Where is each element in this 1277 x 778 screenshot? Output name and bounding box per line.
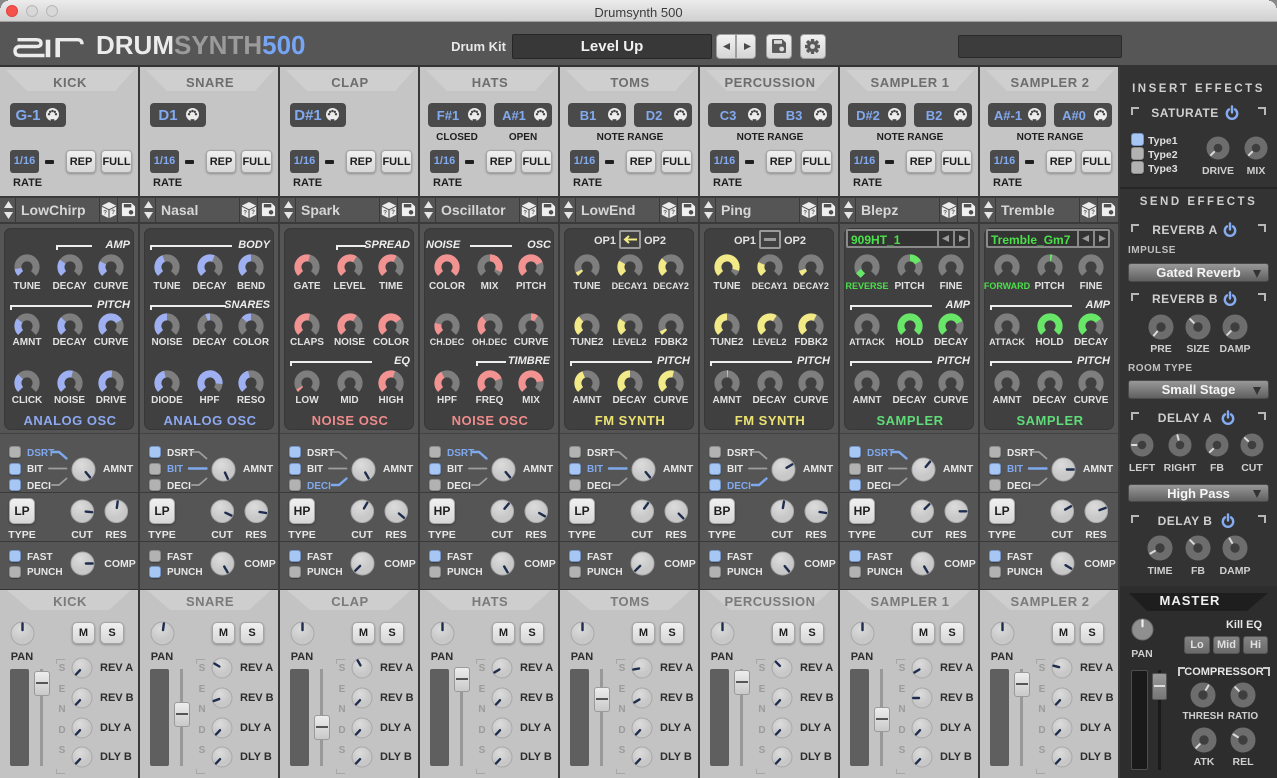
svg-text:?: ? — [103, 209, 107, 216]
svg-text:?: ? — [251, 209, 255, 216]
svg-text:?: ? — [1083, 209, 1087, 216]
svg-text:?: ? — [243, 209, 247, 216]
svg-text:?: ? — [1091, 209, 1095, 216]
svg-text:?: ? — [531, 209, 535, 216]
svg-text:?: ? — [951, 209, 955, 216]
svg-text:?: ? — [663, 209, 667, 216]
svg-text:?: ? — [943, 209, 947, 216]
svg-text:?: ? — [391, 209, 395, 216]
svg-text:?: ? — [671, 209, 675, 216]
svg-text:?: ? — [803, 209, 807, 216]
svg-text:?: ? — [523, 209, 527, 216]
svg-text:?: ? — [811, 209, 815, 216]
svg-text:?: ? — [383, 209, 387, 216]
svg-text:?: ? — [111, 209, 115, 216]
